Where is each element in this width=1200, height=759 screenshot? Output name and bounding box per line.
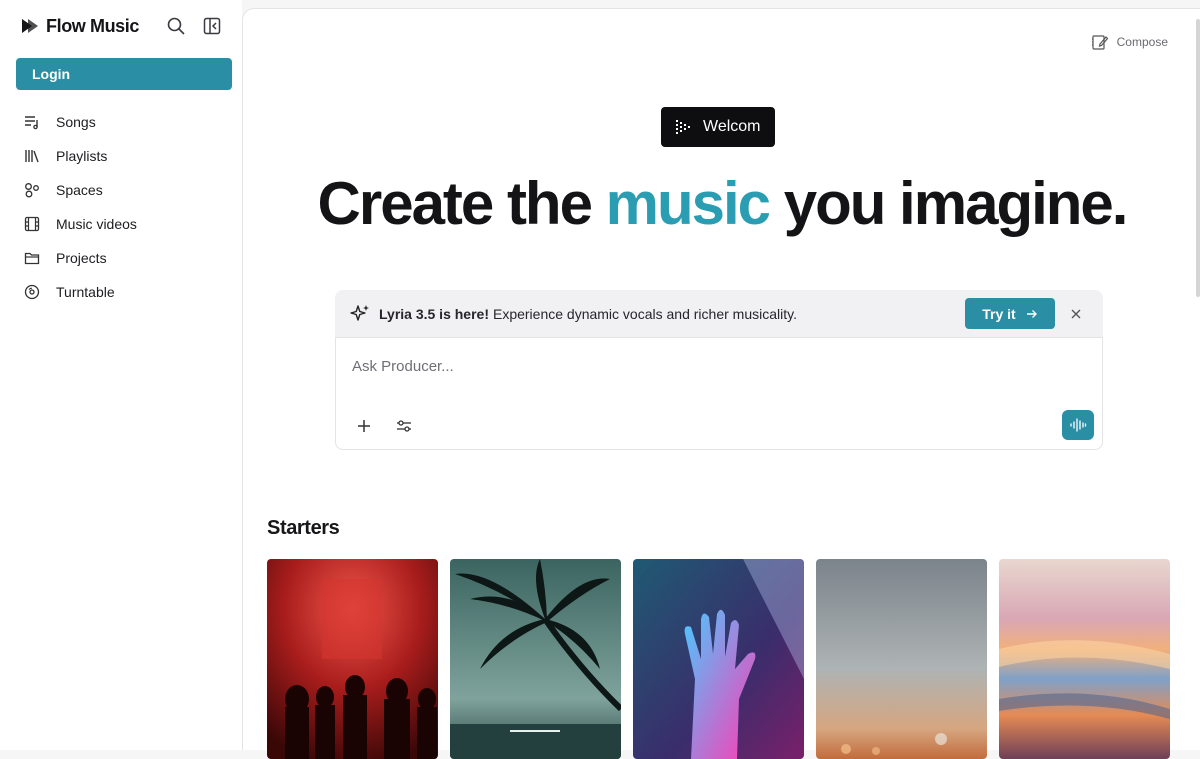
starter-card-neon-hand[interactable] [633, 559, 804, 759]
arrow-right-icon [1026, 309, 1037, 318]
flow-logo-icon [22, 19, 38, 33]
producer-composer: Ask Producer... [335, 337, 1103, 450]
scrollbar[interactable] [1196, 19, 1200, 297]
starter-card-sunset-blur[interactable] [816, 559, 987, 759]
hero-title-accent: music [605, 170, 771, 237]
film-icon [24, 216, 40, 232]
flow-dots-icon [676, 120, 690, 134]
hero-title-before: Create the [317, 170, 606, 237]
library-icon [25, 150, 39, 163]
starter-card-palm-tree[interactable] [450, 559, 621, 759]
ask-producer-input[interactable]: Ask Producer... [352, 358, 454, 375]
compose-button[interactable]: Compose [1091, 33, 1168, 51]
spaces-icon [25, 183, 39, 198]
sparkle-icon [350, 305, 369, 321]
starters-heading: Starters [267, 517, 340, 539]
sidebar: Flow Music Login Songs Playlists Spaces … [0, 0, 242, 750]
sidebar-item-music-videos[interactable]: Music videos [16, 207, 232, 241]
search-icon[interactable] [166, 16, 186, 36]
sidebar-item-label: Projects [56, 250, 107, 266]
login-button[interactable]: Login [16, 58, 232, 90]
sidebar-item-label: Spaces [56, 182, 103, 198]
waveform-icon [1070, 418, 1087, 432]
sidebar-nav: Songs Playlists Spaces Music videos Proj… [16, 105, 232, 309]
try-it-label: Try it [982, 305, 1016, 322]
close-icon[interactable] [1069, 307, 1083, 321]
brand-logo[interactable]: Flow Music [20, 14, 139, 38]
banner-headline: Lyria 3.5 is here! [379, 306, 489, 322]
sidebar-item-turntable[interactable]: Turntable [16, 275, 232, 309]
announcement-banner: Lyria 3.5 is here! Experience dynamic vo… [335, 290, 1103, 338]
brand-name: Flow Music [46, 15, 140, 36]
sidebar-item-label: Playlists [56, 148, 108, 164]
folder-icon [24, 252, 40, 265]
sidebar-item-songs[interactable]: Songs [16, 105, 232, 139]
sidebar-item-playlists[interactable]: Playlists [16, 139, 232, 173]
welcome-badge: Welcom [661, 107, 775, 147]
sidebar-item-label: Songs [56, 114, 96, 130]
compose-label: Compose [1116, 35, 1168, 49]
hero-title: Create the music you imagine. [243, 169, 1200, 238]
sidebar-item-label: Music videos [56, 216, 137, 232]
neon-hand-image [633, 559, 804, 759]
starter-card-color-streaks[interactable] [999, 559, 1170, 759]
starters-row [267, 559, 1170, 759]
songs-icon [25, 116, 38, 130]
sidebar-item-projects[interactable]: Projects [16, 241, 232, 275]
try-it-button[interactable]: Try it [965, 298, 1055, 329]
palm-tree-image [450, 559, 621, 759]
plus-icon[interactable] [356, 418, 372, 434]
main-panel: Compose Welcom Create the music you imag… [242, 8, 1200, 759]
banner-text: Experience dynamic vocals and richer mus… [492, 306, 797, 322]
starter-card-red-crowd[interactable] [267, 559, 438, 759]
turntable-icon [24, 284, 40, 300]
voice-input-button[interactable] [1062, 410, 1094, 440]
collapse-sidebar-icon[interactable] [202, 16, 222, 36]
hero-title-after: you imagine. [769, 170, 1129, 237]
sidebar-item-label: Turntable [56, 284, 115, 300]
welcome-text: Welcom [703, 118, 761, 135]
sidebar-item-spaces[interactable]: Spaces [16, 173, 232, 207]
compose-icon [1091, 35, 1108, 50]
red-crowd-image [267, 559, 438, 759]
sunset-blur-image [816, 559, 987, 759]
sliders-icon[interactable] [396, 418, 412, 434]
color-streaks-image [999, 559, 1170, 759]
